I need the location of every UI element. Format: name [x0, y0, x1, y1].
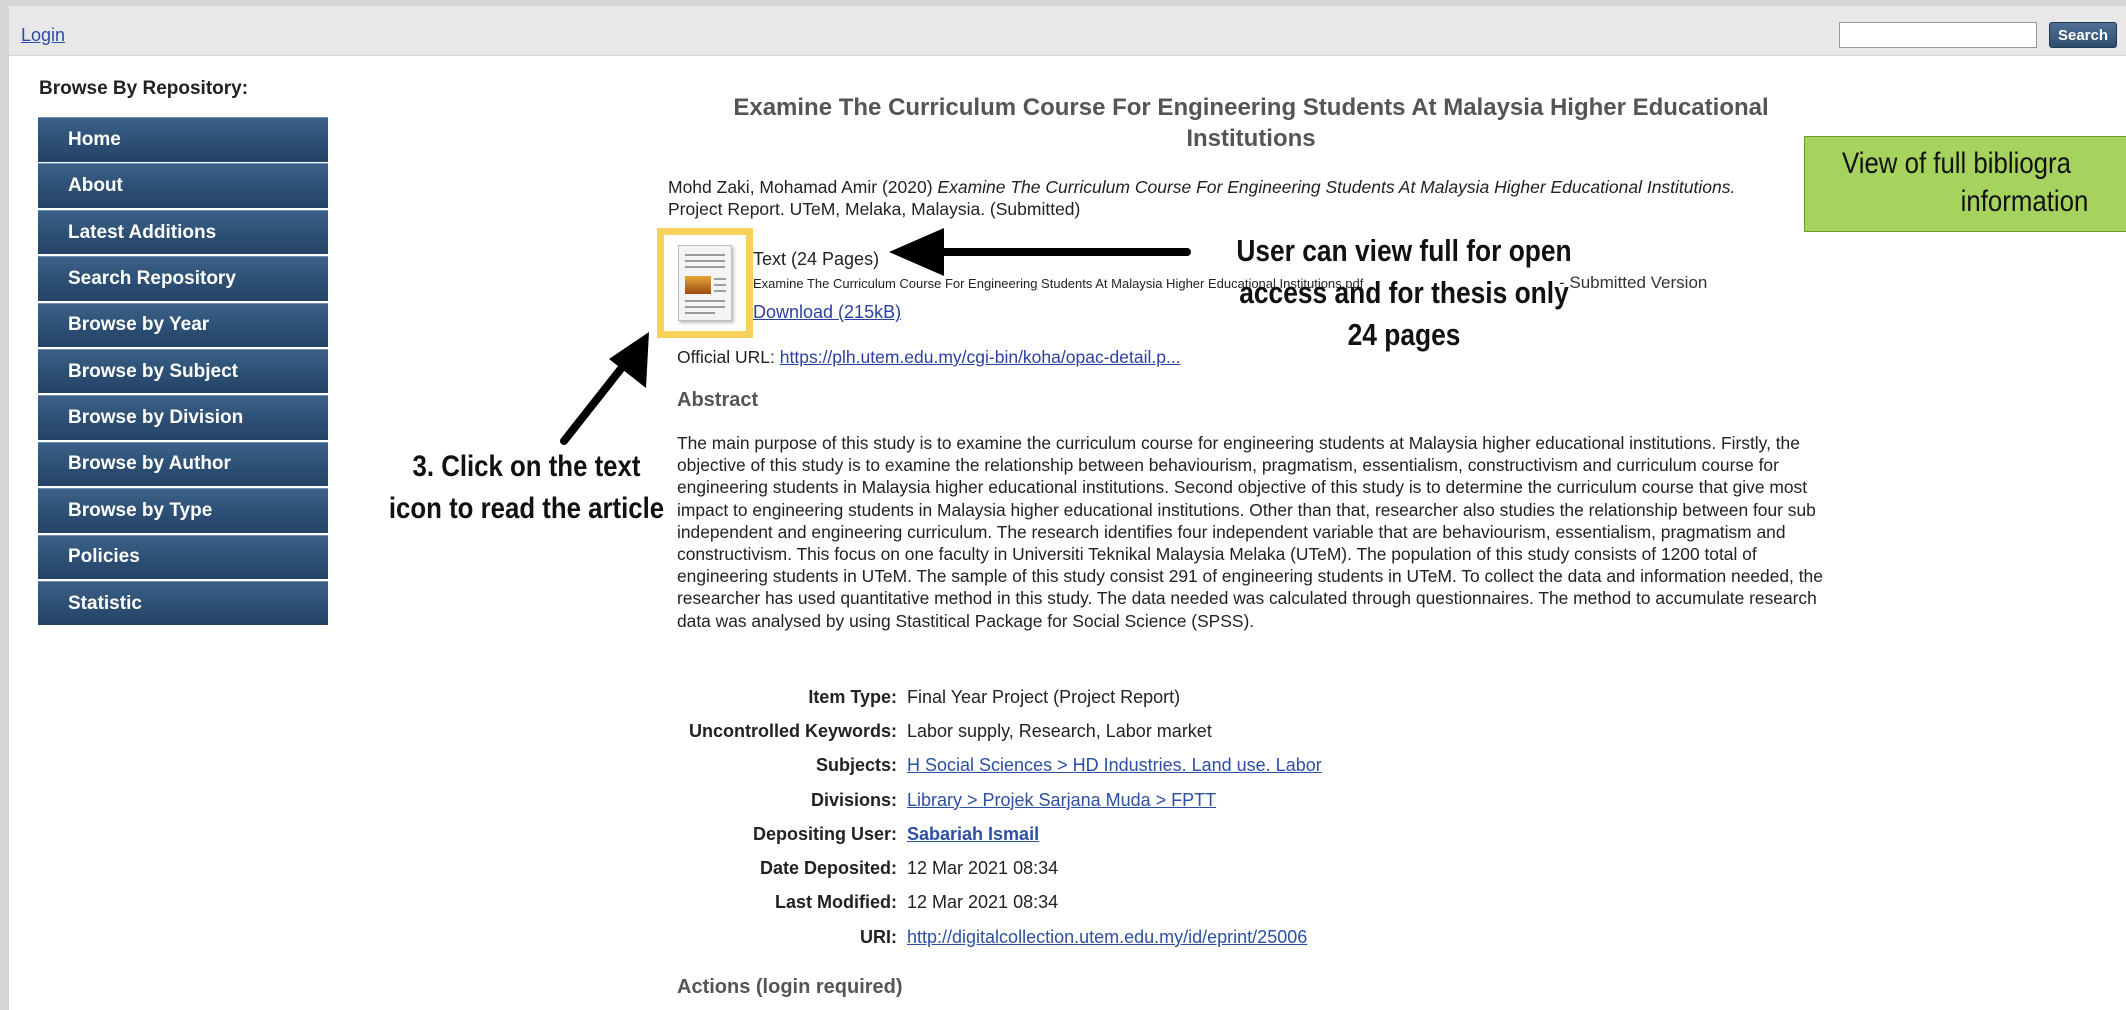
arrow-up-right-icon: [560, 332, 649, 445]
annotation-arrows: [560, 228, 1191, 445]
arrow-left-icon: [889, 228, 1191, 276]
browser-viewport: Login Search Browse By Repository: Home …: [9, 6, 2126, 1010]
